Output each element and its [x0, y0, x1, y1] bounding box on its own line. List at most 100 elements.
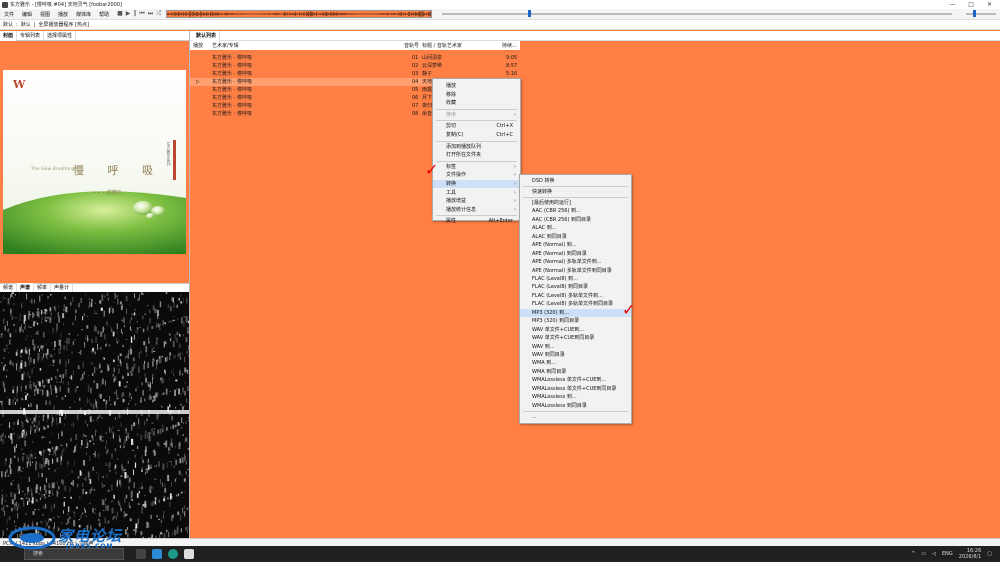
minimize-button[interactable]: —: [949, 1, 955, 8]
play-icon[interactable]: ▶: [126, 10, 131, 18]
context-menu-item[interactable]: 播放统计信息 ›: [433, 206, 520, 214]
cell-title: 月下: [422, 95, 433, 101]
menu-item-label: 打开所在文件夹: [446, 152, 482, 159]
context-menu-item[interactable]: 排序 ›: [433, 111, 520, 119]
context-menu-item[interactable]: 剪切 Ctrl+X: [433, 122, 520, 130]
prev-icon[interactable]: ⏮: [139, 10, 144, 18]
convert-menu-item[interactable]: FLAC (Level8) 多轨单文件到同目录: [520, 300, 631, 308]
context-menu-item[interactable]: 复制(C) Ctrl+C: [433, 131, 520, 139]
menu-item-label: WMA 到同目录: [532, 368, 567, 375]
menu-help[interactable]: 帮助: [95, 11, 113, 18]
convert-menu-item[interactable]: ALAC 到同目录: [520, 233, 631, 241]
convert-menu-item[interactable]: WMALossless 到同目录: [520, 402, 631, 410]
menu-playback[interactable]: 播放: [54, 11, 72, 18]
tab-default-playlist[interactable]: 默认列表: [193, 30, 221, 41]
menu-library[interactable]: 媒体库: [72, 11, 95, 18]
convert-menu-item[interactable]: FLAC (Level8) 多轨单文件到...: [520, 292, 631, 300]
context-menu-item[interactable]: 收藏: [433, 99, 520, 107]
convert-menu-item[interactable]: APE (Normal) 多轨单文件到...: [520, 258, 631, 266]
ime-indicator[interactable]: ENG: [942, 551, 953, 557]
edge-icon[interactable]: [168, 549, 178, 559]
pause-icon[interactable]: ‖: [133, 10, 136, 18]
convert-menu-item[interactable]: AAC (CBR 256) 到同目录: [520, 216, 631, 224]
context-menu-item[interactable]: 添加到播放队列: [433, 143, 520, 151]
convert-menu-item[interactable]: ALAC 到...: [520, 224, 631, 232]
convert-menu-item[interactable]: WAV 到...: [520, 343, 631, 351]
convert-menu-item[interactable]: WAV 到同目录: [520, 351, 631, 359]
breadcrumb-item[interactable]: 默认: [3, 21, 13, 28]
close-button[interactable]: ✕: [987, 1, 992, 8]
convert-menu-item[interactable]: FLAC (Level8) 到...: [520, 275, 631, 283]
context-menu-item[interactable]: 标签 ›: [433, 163, 520, 171]
context-menu-item[interactable]: 属性 Alt+Enter: [433, 217, 520, 225]
convert-menu-item[interactable]: WMA 到同目录: [520, 368, 631, 376]
convert-menu-item[interactable]: WMALossless 到...: [520, 393, 631, 401]
clock[interactable]: 16:26 2026/8/1: [959, 548, 981, 560]
convert-menu-item[interactable]: APE (Normal) 到同目录: [520, 250, 631, 258]
convert-menu-item[interactable]: MP3 (320) 到...: [520, 308, 631, 317]
volume-thumb[interactable]: [973, 10, 976, 17]
convert-menu-item[interactable]: APE (Normal) 多轨单文件到同目录: [520, 267, 631, 275]
convert-menu-item[interactable]: DSD 转换: [520, 177, 631, 185]
convert-menu-item[interactable]: WMALossless 单文件+CUE到同目录: [520, 385, 631, 393]
menu-item-label: WMALossless 到同目录: [532, 402, 587, 409]
context-menu-item[interactable]: 播放: [433, 82, 520, 90]
convert-menu-item[interactable]: WMALossless 单文件+CUE到...: [520, 376, 631, 384]
menu-edit[interactable]: 编辑: [18, 11, 36, 18]
column-track[interactable]: 音轨号: [404, 42, 419, 49]
convert-menu-item[interactable]: FLAC (Level8) 到同目录: [520, 283, 631, 291]
column-artist-album[interactable]: 艺术家/专辑: [212, 42, 239, 49]
column-playing[interactable]: 播放: [193, 42, 203, 49]
breadcrumb-item[interactable]: 默认: [21, 21, 31, 28]
context-menu-item[interactable]: 文件操作 ›: [433, 171, 520, 179]
foobar-icon[interactable]: [184, 549, 194, 559]
context-menu-item[interactable]: 播放增益 ›: [433, 197, 520, 205]
random-icon[interactable]: ⤮: [156, 10, 161, 18]
table-row[interactable]: 东方雅乐 - 慢呼吸 02 云深梦缈 8:57: [190, 62, 520, 70]
menu-item-label: ...: [532, 413, 537, 420]
network-icon[interactable]: ▭: [921, 551, 926, 557]
brand-logo: W: [12, 78, 26, 91]
volume-slider[interactable]: [966, 13, 996, 15]
menu-item-label: [最后使用的运行]: [532, 199, 571, 206]
convert-menu-item[interactable]: WAV 单文件+CUE到...: [520, 326, 631, 334]
convert-menu-item[interactable]: APE (Normal) 到...: [520, 241, 631, 249]
convert-menu-item[interactable]: ...: [520, 413, 631, 421]
progress-thumb[interactable]: [528, 10, 531, 17]
windows-explorer-icon[interactable]: [152, 549, 162, 559]
convert-menu-item[interactable]: WAV 单文件+CUE到同目录: [520, 334, 631, 342]
menu-item-label: 播放: [446, 83, 457, 89]
context-menu-item[interactable]: 转换 ›: [433, 180, 520, 188]
progress-track[interactable]: [442, 13, 952, 15]
chevron-right-icon: ›: [514, 172, 516, 179]
spectrogram: [0, 292, 189, 538]
stop-icon[interactable]: ■: [117, 10, 123, 18]
menu-item-label: APE (Normal) 多轨单文件到同目录: [532, 267, 612, 274]
breadcrumb-item[interactable]: 全屏播放器程序 [热点]: [38, 21, 89, 28]
table-row[interactable]: 东方雅乐 - 慢呼吸 01 山间清泉 9:05: [190, 54, 520, 62]
convert-menu-item[interactable]: AAC (CBR 256) 到...: [520, 207, 631, 215]
column-duration[interactable]: 持续...: [502, 42, 517, 49]
next-icon[interactable]: ⏭: [148, 10, 153, 18]
notification-icon[interactable]: ▢: [987, 551, 992, 557]
table-row[interactable]: 东方雅乐 - 慢呼吸 03 静子 5:16: [190, 70, 520, 78]
convert-menu-item[interactable]: WMA 到...: [520, 359, 631, 367]
volume-icon[interactable]: ◁: [932, 551, 936, 557]
menu-view[interactable]: 视图: [36, 11, 54, 18]
menu-file[interactable]: 文件: [0, 11, 18, 18]
column-title[interactable]: 标题 / 音轨艺术家: [422, 42, 462, 49]
context-menu-item[interactable]: 工具 ›: [433, 189, 520, 197]
convert-menu-item[interactable]: [最后使用的运行]: [520, 199, 631, 207]
tab-properties[interactable]: 选择项属性: [44, 30, 77, 41]
tab-cover[interactable]: 封面: [0, 30, 18, 41]
maximize-button[interactable]: □: [968, 1, 974, 8]
tray-chevron-icon[interactable]: ^: [911, 551, 915, 557]
convert-menu-item[interactable]: MP3 (320) 到同目录: [520, 317, 631, 325]
menu-item-label: WMA 到...: [532, 360, 557, 367]
convert-menu-item[interactable]: 快速转换: [520, 188, 631, 196]
tab-album-list[interactable]: 专辑列表: [17, 30, 45, 41]
context-menu-item[interactable]: 打开所在文件夹: [433, 151, 520, 159]
menu-item-label: AAC (CBR 256) 到...: [532, 208, 581, 215]
context-menu-item[interactable]: 移除: [433, 91, 520, 99]
menu-item-label: MP3 (320) 到...: [532, 309, 569, 316]
